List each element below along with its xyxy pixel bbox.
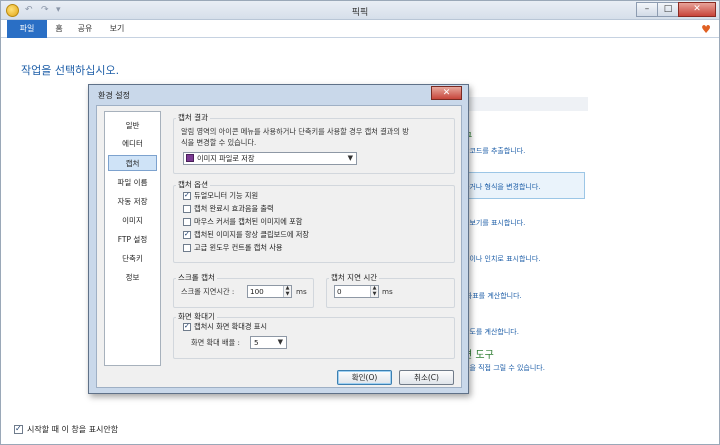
settings-nav: 일반 에디터 캡처 파일 이름 자동 저장 이미지 FTP 설정 단축키 정보 — [104, 111, 161, 366]
zoom-show-checkbox[interactable] — [183, 322, 191, 331]
settings-dialog: 환경 설정 ✕ 일반 에디터 캡처 파일 이름 자동 저장 이미지 FTP 설정… — [88, 84, 469, 394]
option-label: 캡처 완료시 효과음을 출력 — [194, 204, 274, 213]
option-label: 캡처된 이미지를 항상 클립보드에 저장 — [194, 230, 309, 239]
option-advanced-window[interactable]: 고급 윈도우 컨트롤 캡처 사용 — [183, 243, 283, 253]
dialog-body: 일반 에디터 캡처 파일 이름 자동 저장 이미지 FTP 설정 단축키 정보 … — [96, 105, 462, 388]
task-item[interactable]: !좌표를 계산합니다. — [463, 291, 522, 301]
capture-delay-label: 캡처 지연 시간 — [329, 272, 380, 283]
tab-file[interactable]: 파일 — [7, 20, 47, 38]
scroll-delay-stepper[interactable]: 100 ▲ ▼ — [247, 285, 292, 298]
capture-result-select[interactable]: 이미지 파일로 저장 ▼ — [183, 152, 357, 165]
maximize-button[interactable]: □ — [657, 2, 679, 17]
nav-item-shortcuts[interactable]: 단축키 — [105, 251, 160, 267]
task-item[interactable]: 높이나 인치로 표시합니다. — [463, 254, 541, 264]
capture-delay-stepper[interactable]: 0 ▲ ▼ — [334, 285, 379, 298]
option-sound[interactable]: 캡처 완료시 효과음을 출력 — [183, 204, 274, 214]
nav-item-editor[interactable]: 에디터 — [105, 136, 160, 152]
option-cursor[interactable]: 마우스 커서를 캡처된 이미지에 포함 — [183, 217, 302, 227]
zoom-ratio-label: 화면 확대 배율 : — [191, 338, 240, 347]
nav-item-general[interactable]: 일반 — [105, 118, 160, 134]
task-item[interactable]: 돋보기를 표시합니다. — [463, 218, 525, 228]
zoom-label: 화면 확대기 — [176, 311, 217, 322]
capture-delay-value: 0 — [337, 287, 342, 296]
tab-view[interactable]: 보기 — [105, 20, 129, 38]
capture-result-description: 식을 변경할 수 있습니다. — [181, 138, 257, 147]
dual-monitor-checkbox[interactable] — [183, 191, 191, 200]
window-controls: – □ ✕ — [636, 2, 716, 17]
option-clipboard[interactable]: 캡처된 이미지를 항상 클립보드에 저장 — [183, 230, 309, 240]
option-label: 캡처시 화면 확대경 표시 — [194, 322, 267, 331]
close-button[interactable]: ✕ — [678, 2, 716, 17]
nav-item-capture[interactable]: 캡처 — [108, 155, 157, 171]
task-item[interactable]: 상코드를 추출합니다. — [463, 146, 525, 156]
option-label: 듀얼모니터 기능 지원 — [194, 191, 259, 200]
chevron-down-icon: ▼ — [347, 154, 353, 162]
capture-options-label: 캡처 옵션 — [176, 179, 210, 190]
window-title: 픽픽 — [351, 8, 369, 18]
nav-item-ftp[interactable]: FTP 설정 — [105, 232, 160, 248]
startup-label: 시작할 때 이 창을 표시안함 — [27, 425, 119, 434]
minimize-button[interactable]: – — [636, 2, 658, 17]
scroll-delay-label: 스크롤 지연시간 : — [181, 287, 235, 296]
sound-checkbox[interactable] — [183, 205, 191, 213]
scroll-delay-unit: ms — [296, 287, 307, 296]
capture-result-value: 이미지 파일로 저장 — [197, 154, 255, 163]
cursor-checkbox[interactable] — [183, 218, 191, 226]
tab-home[interactable]: 홈 — [51, 20, 67, 38]
nav-item-auto-save[interactable]: 자동 저장 — [105, 194, 160, 210]
heart-icon[interactable]: ♥ — [701, 23, 711, 36]
ribbon-tabs: 파일 홈 공유 보기 ♥ — [1, 20, 719, 38]
zoom-ratio-value: 5 — [254, 338, 259, 347]
page-title: 작업을 선택하십시오. — [21, 64, 120, 77]
startup-option[interactable]: 시작할 때 이 창을 표시안함 — [14, 424, 118, 435]
spin-arrows-icon[interactable]: ▲ ▼ — [370, 285, 378, 297]
spin-arrows-icon[interactable]: ▲ ▼ — [283, 285, 291, 297]
task-item[interactable]: 각도를 계산합니다. — [463, 327, 519, 337]
nav-item-image[interactable]: 이미지 — [105, 213, 160, 229]
scroll-capture-label: 스크롤 캡처 — [176, 272, 217, 283]
capture-result-label: 캡처 결과 — [176, 112, 210, 123]
dialog-title: 환경 설정 — [98, 91, 130, 100]
option-label: 마우스 커서를 캡처된 이미지에 포함 — [194, 217, 303, 226]
capture-result-description: 알림 영역의 아이콘 메뉴를 사용하거나 단축키를 사용할 경우 캡처 결과의 … — [181, 127, 409, 136]
dialog-close-button[interactable]: ✕ — [431, 86, 462, 100]
tab-share[interactable]: 공유 — [73, 20, 97, 38]
cancel-button[interactable]: 취소(C) — [399, 370, 454, 385]
capture-delay-unit: ms — [382, 287, 393, 296]
option-label: 고급 윈도우 컨트롤 캡처 사용 — [194, 243, 283, 252]
nav-item-info[interactable]: 정보 — [105, 270, 160, 286]
floppy-disk-icon — [186, 154, 194, 162]
task-panel-header-bar — [463, 97, 588, 111]
startup-checkbox[interactable] — [14, 424, 23, 434]
task-item[interactable]: 용을 직접 그릴 수 있습니다. — [463, 363, 545, 373]
title-bar: ↶ ↷ ▾ 픽픽 – □ ✕ — [1, 1, 719, 20]
option-zoom-show[interactable]: 캡처시 화면 확대경 표시 — [183, 322, 267, 332]
ok-button[interactable]: 확인(O) — [337, 370, 392, 385]
scroll-delay-value: 100 — [250, 287, 264, 296]
task-item[interactable]: 하거나 형식을 변경합니다. — [463, 182, 541, 192]
clipboard-checkbox[interactable] — [183, 230, 191, 239]
advanced-window-checkbox[interactable] — [183, 244, 191, 252]
zoom-ratio-select[interactable]: 5 ▼ — [250, 336, 287, 349]
nav-item-file-name[interactable]: 파일 이름 — [105, 175, 160, 191]
chevron-down-icon: ▼ — [277, 338, 283, 346]
option-dual-monitor[interactable]: 듀얼모니터 기능 지원 — [183, 191, 258, 201]
